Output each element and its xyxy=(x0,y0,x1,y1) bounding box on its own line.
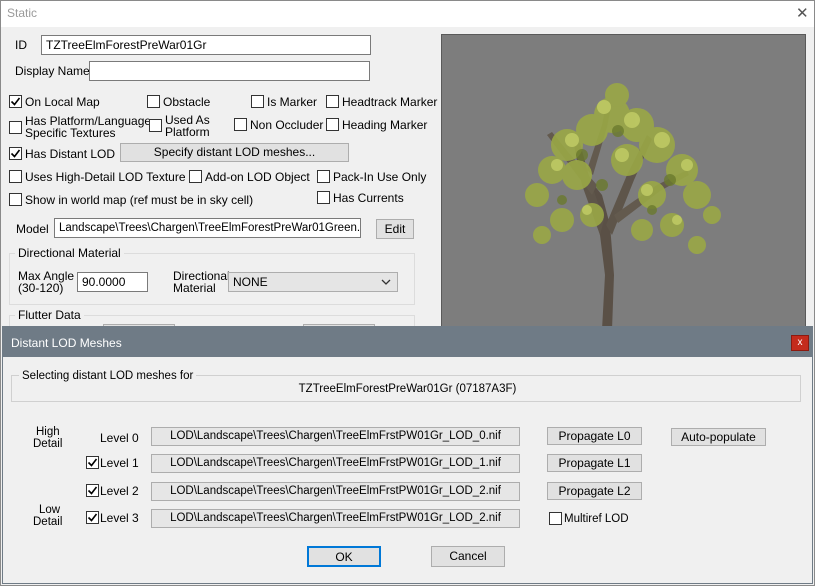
directional-material-title: Directional Material xyxy=(15,247,124,260)
show-in-world-map-checkbox[interactable] xyxy=(9,193,22,206)
tree-preview-image xyxy=(525,83,721,328)
display-name-label: Display Name xyxy=(15,64,90,78)
high-detail-label-line2: Detail xyxy=(33,438,63,450)
display-name-field[interactable] xyxy=(89,61,370,81)
addon-lod-object-checkbox[interactable] xyxy=(189,170,202,183)
non-occluder-label: Non Occluder xyxy=(250,118,324,132)
checkmark-icon xyxy=(87,486,98,495)
max-angle-field[interactable]: 90.0000 xyxy=(77,272,148,292)
id-field[interactable]: TZTreeElmForestPreWar01Gr xyxy=(41,35,371,55)
used-as-platform-checkbox[interactable] xyxy=(149,119,162,132)
show-in-world-map-label: Show in world map (ref must be in sky ce… xyxy=(25,193,254,207)
selecting-label: Selecting distant LOD meshes for xyxy=(19,370,197,383)
close-icon[interactable]: ✕ xyxy=(796,6,809,21)
model-field[interactable]: Landscape\Trees\Chargen\TreeElmForestPre… xyxy=(54,218,361,238)
model-label: Model xyxy=(16,222,49,236)
level-1-path[interactable]: LOD\Landscape\Trees\Chargen\TreeElmFrstP… xyxy=(151,454,520,473)
has-distant-lod-checkbox[interactable] xyxy=(9,147,22,160)
headtrack-marker-label: Headtrack Marker xyxy=(342,95,438,109)
packin-use-only-checkbox[interactable] xyxy=(317,170,330,183)
propagate-l0-button[interactable]: Propagate L0 xyxy=(547,427,642,445)
level-2-checkbox[interactable] xyxy=(86,484,99,497)
level-3-checkbox[interactable] xyxy=(86,511,99,524)
propagate-l2-button[interactable]: Propagate L2 xyxy=(547,482,642,500)
multiref-lod-label: Multiref LOD xyxy=(564,513,629,525)
level-3-path[interactable]: LOD\Landscape\Trees\Chargen\TreeElmFrstP… xyxy=(151,509,520,528)
obstacle-label: Obstacle xyxy=(163,95,211,109)
close-icon[interactable]: x xyxy=(791,335,809,351)
addon-lod-object-label: Add-on LOD Object xyxy=(205,170,310,184)
id-label: ID xyxy=(15,38,27,52)
model-preview[interactable] xyxy=(441,34,806,329)
used-as-platform-label-line2: Platform xyxy=(165,125,210,139)
checkmark-icon xyxy=(10,97,21,106)
low-detail-label-line2: Detail xyxy=(33,516,63,528)
has-platform-label-line2: Specific Textures xyxy=(25,126,116,140)
cancel-button[interactable]: Cancel xyxy=(431,546,505,567)
level-1-label: Level 1 xyxy=(100,456,139,470)
heading-marker-label: Heading Marker xyxy=(342,118,428,132)
level-1-checkbox[interactable] xyxy=(86,456,99,469)
distant-lod-dialog: Distant LOD Meshes x Selecting distant L… xyxy=(2,326,813,584)
max-angle-label-line2: (30-120) xyxy=(18,281,64,295)
has-platform-checkbox[interactable] xyxy=(9,121,22,134)
chevron-down-icon xyxy=(381,279,391,285)
is-marker-checkbox[interactable] xyxy=(251,95,264,108)
checkmark-icon xyxy=(87,513,98,522)
on-local-map-label: On Local Map xyxy=(25,95,100,109)
lod-dialog-title: Distant LOD Meshes xyxy=(11,336,122,350)
has-currents-checkbox[interactable] xyxy=(317,191,330,204)
directional-material-select[interactable]: NONE xyxy=(228,272,398,292)
has-distant-lod-label: Has Distant LOD xyxy=(25,147,116,161)
static-window-title: Static xyxy=(7,6,38,20)
level-3-label: Level 3 xyxy=(100,511,139,525)
directional-material-label-line2: Material xyxy=(173,281,216,295)
checkmark-icon xyxy=(10,149,21,158)
propagate-l1-button[interactable]: Propagate L1 xyxy=(547,454,642,472)
edit-model-button[interactable]: Edit xyxy=(376,219,414,239)
obstacle-checkbox[interactable] xyxy=(147,95,160,108)
auto-populate-button[interactable]: Auto-populate xyxy=(671,428,766,446)
ok-button[interactable]: OK xyxy=(307,546,381,567)
level-2-label: Level 2 xyxy=(100,484,139,498)
non-occluder-checkbox[interactable] xyxy=(234,118,247,131)
level-2-path[interactable]: LOD\Landscape\Trees\Chargen\TreeElmFrstP… xyxy=(151,482,520,501)
checkmark-icon xyxy=(87,458,98,467)
packin-use-only-label: Pack-In Use Only xyxy=(333,170,427,184)
heading-marker-checkbox[interactable] xyxy=(326,118,339,131)
headtrack-marker-checkbox[interactable] xyxy=(326,95,339,108)
is-marker-label: Is Marker xyxy=(267,95,318,109)
uses-high-detail-lod-checkbox[interactable] xyxy=(9,170,22,183)
level-0-path[interactable]: LOD\Landscape\Trees\Chargen\TreeElmFrstP… xyxy=(151,427,520,446)
selected-object-name: TZTreeElmForestPreWar01Gr (07187A3F) xyxy=(298,383,517,395)
static-titlebar: Static ✕ xyxy=(1,1,814,27)
on-local-map-checkbox[interactable] xyxy=(9,95,22,108)
directional-material-value: NONE xyxy=(233,275,268,289)
level-0-label: Level 0 xyxy=(100,431,139,445)
uses-high-detail-lod-label: Uses High-Detail LOD Texture xyxy=(25,170,186,184)
flutter-data-title: Flutter Data xyxy=(15,309,84,322)
specify-lod-button[interactable]: Specify distant LOD meshes... xyxy=(120,143,349,162)
lod-dialog-titlebar: Distant LOD Meshes x xyxy=(3,327,812,357)
multiref-lod-checkbox[interactable] xyxy=(549,512,562,525)
has-currents-label: Has Currents xyxy=(333,191,404,205)
